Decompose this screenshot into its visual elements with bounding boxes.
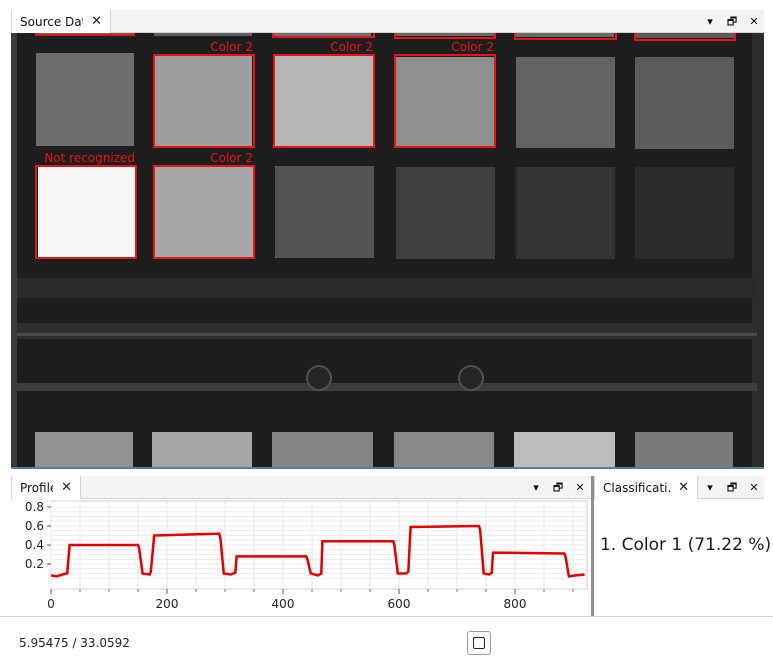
x-tick-label: 800 bbox=[504, 597, 527, 611]
classification-result: 1. Color 1 (71.22 %) bbox=[600, 535, 772, 555]
detection-label: Color 2 bbox=[330, 40, 373, 54]
patch-r2-4 bbox=[516, 167, 615, 259]
patch-top-3 bbox=[394, 33, 494, 36]
x-tick-label: 0 bbox=[47, 597, 55, 611]
tab-profile-label: Profile bbox=[20, 480, 53, 495]
tab-profile[interactable]: Profile ✕ bbox=[11, 476, 81, 499]
left-margin bbox=[0, 0, 11, 616]
frame-bar-1 bbox=[17, 278, 757, 298]
x-tick-label: 200 bbox=[156, 597, 179, 611]
panel-menu-icon[interactable]: ▾ bbox=[704, 482, 716, 493]
panel-close-icon[interactable]: ✕ bbox=[748, 482, 760, 493]
x-tick-label: 600 bbox=[388, 597, 411, 611]
tab-classification-label: Classificati... bbox=[603, 480, 670, 495]
patch-r2-0 bbox=[38, 165, 136, 257]
panel-close-icon[interactable]: ✕ bbox=[748, 16, 760, 27]
patch-bottom-0 bbox=[35, 432, 133, 467]
y-tick-label: 0.2 bbox=[25, 557, 44, 571]
frame-rail-1 bbox=[17, 333, 757, 336]
profile-panel-controls: ▾ 🗗 ✕ bbox=[530, 476, 586, 499]
patch-top-2 bbox=[273, 33, 371, 36]
patch-bottom-4 bbox=[514, 432, 615, 467]
fullscreen-button[interactable] bbox=[467, 631, 491, 655]
patch-r1-4 bbox=[516, 57, 615, 148]
panel-float-icon[interactable]: 🗗 bbox=[552, 482, 564, 493]
tab-classification[interactable]: Classificati... ✕ bbox=[594, 476, 698, 499]
patch-r1-0 bbox=[36, 53, 134, 146]
profile-chart-area[interactable]: 0.2 0.4 0.6 0.8 0 200 400 600 800 bbox=[11, 499, 591, 616]
screw-1 bbox=[306, 365, 332, 391]
frame-bar-2 bbox=[17, 323, 757, 339]
status-bar: 5.95475 / 33.0592 bbox=[0, 616, 773, 666]
detection-label: Color 2 bbox=[210, 40, 253, 54]
classification-panel-controls: ▾ 🗗 ✕ bbox=[704, 476, 760, 499]
patch-r1-2 bbox=[274, 56, 373, 147]
patch-r2-1 bbox=[155, 166, 254, 258]
patch-r2-2 bbox=[275, 166, 374, 258]
patch-bottom-5 bbox=[635, 432, 733, 467]
patch-bottom-3 bbox=[394, 432, 494, 467]
classification-tabbar: Classificati... ✕ ▾ 🗗 ✕ bbox=[594, 476, 764, 499]
panel-close-icon[interactable]: ✕ bbox=[574, 482, 586, 493]
panel-menu-icon[interactable]: ▾ bbox=[704, 16, 716, 27]
y-tick-label: 0.4 bbox=[25, 538, 44, 552]
tab-close-icon[interactable]: ✕ bbox=[61, 481, 72, 494]
x-tick-label: 400 bbox=[272, 597, 295, 611]
panel-float-icon[interactable]: 🗗 bbox=[726, 16, 738, 27]
patch-bottom-2 bbox=[272, 432, 373, 467]
image-right-border bbox=[752, 33, 764, 467]
panel-menu-icon[interactable]: ▾ bbox=[530, 482, 542, 493]
patch-r1-3 bbox=[395, 57, 495, 148]
patch-r1-5 bbox=[635, 57, 734, 149]
tab-close-icon[interactable]: ✕ bbox=[678, 481, 689, 494]
tab-source-data[interactable]: Source Data ✕ bbox=[11, 10, 111, 33]
frame-rail-2 bbox=[17, 383, 757, 391]
square-icon bbox=[473, 637, 485, 649]
panel-float-icon[interactable]: 🗗 bbox=[726, 482, 738, 493]
detection-label: Not recognized bbox=[44, 151, 135, 165]
image-left-border bbox=[11, 33, 17, 467]
y-tick-label: 0.8 bbox=[25, 500, 44, 514]
source-panel-controls: ▾ 🗗 ✕ bbox=[704, 10, 760, 33]
source-tabbar: Source Data ✕ ▾ 🗗 ✕ bbox=[11, 10, 764, 33]
source-image-viewer[interactable]: Color 2 Color 2 Color 2 Not recognized Color… bbox=[11, 33, 764, 469]
patch-top-4 bbox=[514, 33, 614, 37]
cursor-coordinates: 5.95475 / 33.0592 bbox=[19, 636, 130, 650]
patch-top-1 bbox=[154, 33, 252, 36]
tab-close-icon[interactable]: ✕ bbox=[91, 15, 102, 28]
y-tick-label: 0.6 bbox=[25, 519, 44, 533]
app-window: Source Data ✕ ▾ 🗗 ✕ bbox=[0, 0, 773, 666]
classification-content: 1. Color 1 (71.22 %) bbox=[594, 499, 771, 616]
patch-r1-1 bbox=[154, 55, 252, 147]
tab-source-data-label: Source Data bbox=[20, 14, 83, 29]
patch-r2-5 bbox=[635, 167, 734, 259]
patch-top-5 bbox=[634, 33, 734, 38]
source-image: Color 2 Color 2 Color 2 Not recognized Color… bbox=[11, 33, 764, 467]
detection-label: Color 2 bbox=[451, 40, 494, 54]
patch-bottom-1 bbox=[152, 432, 252, 467]
detection-label: Color 2 bbox=[210, 151, 253, 165]
profile-tabbar: Profile ✕ ▾ 🗗 ✕ bbox=[11, 476, 591, 499]
patch-r2-3 bbox=[396, 167, 495, 259]
screw-2 bbox=[458, 365, 484, 391]
profile-chart: 0.2 0.4 0.6 0.8 0 200 400 600 800 bbox=[25, 500, 588, 611]
